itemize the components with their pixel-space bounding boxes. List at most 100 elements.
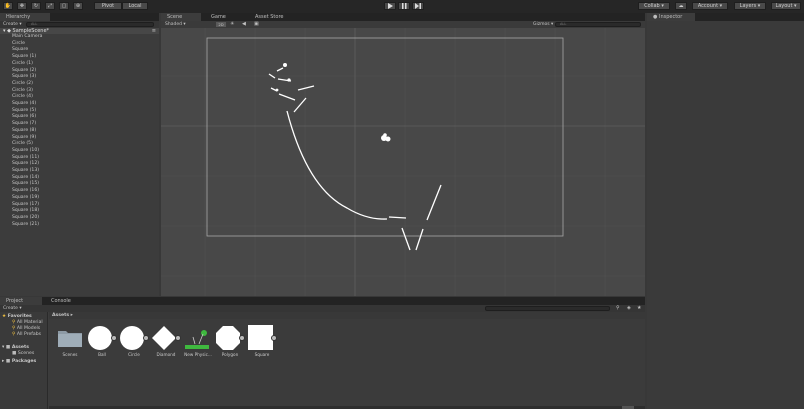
label-icon[interactable]: ◈ xyxy=(627,305,631,312)
project-search-input[interactable] xyxy=(485,306,610,311)
hierarchy-item[interactable]: Square (13) xyxy=(12,168,39,174)
asset-circle[interactable]: Circle xyxy=(119,325,149,357)
play-button[interactable] xyxy=(384,2,396,10)
transform-tool-icon[interactable]: ⊕ xyxy=(73,2,83,10)
ball-object[interactable] xyxy=(381,133,391,142)
scene-search-input[interactable]: ALL xyxy=(555,22,641,27)
tab-console[interactable]: Console xyxy=(45,297,85,305)
star-filter-icon[interactable]: ★ xyxy=(637,305,641,312)
hierarchy-item[interactable]: Square (3) xyxy=(12,74,36,80)
hierarchy-item[interactable]: Circle (3) xyxy=(12,88,33,94)
tab-game[interactable]: Game xyxy=(205,13,245,21)
cloud-button[interactable]: ☁ xyxy=(675,2,687,10)
asset-square[interactable]: Square xyxy=(247,325,277,357)
hierarchy-item[interactable]: Square (15) xyxy=(12,181,39,187)
pivot-toggle[interactable]: Pivot xyxy=(94,2,122,10)
hand-tool-icon[interactable]: ✋ xyxy=(3,2,13,10)
hierarchy-item[interactable]: Circle (2) xyxy=(12,81,33,87)
project-create-button[interactable]: Create ▾ xyxy=(3,305,22,312)
favorite-item-label: All Material xyxy=(16,320,43,325)
hierarchy-item[interactable]: Square xyxy=(12,47,28,53)
tab-scene[interactable]: Scene xyxy=(161,13,201,21)
circle-object[interactable] xyxy=(287,78,291,82)
hierarchy-item[interactable]: Circle (4) xyxy=(12,94,33,100)
favorite-item[interactable]: ⚲ All Prefabs xyxy=(12,332,41,338)
square-object[interactable] xyxy=(415,228,424,251)
move-tool-icon[interactable]: ✥ xyxy=(17,2,27,10)
breadcrumb-assets[interactable]: Assets ▸ xyxy=(52,312,73,319)
square-object[interactable] xyxy=(388,216,407,219)
mode-2d-toggle[interactable]: 2D xyxy=(216,22,226,27)
gizmos-dropdown[interactable]: Gizmos ▾ xyxy=(533,21,553,28)
pivot-label: Pivot xyxy=(101,3,115,9)
sprite-expand-icon[interactable] xyxy=(175,335,181,341)
hierarchy-item[interactable]: Square (12) xyxy=(12,161,39,167)
lighting-icon[interactable]: ☀ xyxy=(230,21,234,28)
square-object[interactable] xyxy=(293,97,307,113)
shading-dropdown[interactable]: Shaded ▾ xyxy=(165,21,186,28)
rect-tool-icon[interactable]: ▢ xyxy=(59,2,69,10)
hierarchy-item[interactable]: Circle xyxy=(12,41,25,47)
collab-dropdown[interactable]: Collab ▾ xyxy=(638,2,670,10)
hierarchy-item[interactable]: Square (1) xyxy=(12,54,36,60)
hierarchy-search-input[interactable]: ALL xyxy=(26,22,154,27)
layers-dropdown[interactable]: Layers ▾ xyxy=(734,2,766,10)
circle-object[interactable] xyxy=(283,63,287,67)
hierarchy-item[interactable]: Square (11) xyxy=(12,155,39,161)
sprite-expand-icon[interactable] xyxy=(143,335,149,341)
hierarchy-item[interactable]: Square (21) xyxy=(12,222,39,228)
step-button[interactable] xyxy=(412,2,424,10)
hierarchy-item[interactable]: Square (18) xyxy=(12,208,39,214)
tab-asset-store[interactable]: Asset Store xyxy=(249,13,299,21)
packages-folder[interactable]: ▸ ■ Packages xyxy=(2,359,36,365)
pause-button[interactable] xyxy=(398,2,410,10)
local-toggle[interactable]: Local xyxy=(122,2,148,10)
hierarchy-item[interactable]: Square (14) xyxy=(12,175,39,181)
circle-object[interactable] xyxy=(275,88,279,92)
scale-tool-icon[interactable]: ⤢ xyxy=(45,2,55,10)
hierarchy-item[interactable]: Square (5) xyxy=(12,108,36,114)
asset-physics-material[interactable]: New Physic... xyxy=(183,325,213,357)
hierarchy-item[interactable]: Circle (1) xyxy=(12,61,33,67)
scene-menu-icon[interactable]: ≡ xyxy=(152,28,156,34)
hierarchy-item[interactable]: Square (10) xyxy=(12,148,39,154)
tab-hierarchy[interactable]: Hierarchy xyxy=(0,13,50,21)
curved-track[interactable] xyxy=(286,110,388,220)
tab-inspector[interactable]: ● Inspector xyxy=(647,13,695,21)
hierarchy-item[interactable]: Square (8) xyxy=(12,128,36,134)
asset-ball[interactable]: Ball xyxy=(87,325,117,357)
hierarchy-item[interactable]: Square (4) xyxy=(12,101,36,107)
scenes-subfolder[interactable]: ■ Scenes xyxy=(12,351,34,357)
asset-label: New Physic... xyxy=(184,352,212,357)
square-object[interactable] xyxy=(278,93,296,101)
hierarchy-create-button[interactable]: Create ▾ xyxy=(3,21,22,28)
hierarchy-item[interactable]: Square (9) xyxy=(12,135,36,141)
tab-project[interactable]: Project xyxy=(0,297,42,305)
hierarchy-item[interactable]: Square (16) xyxy=(12,188,39,194)
rotate-tool-icon[interactable]: ↻ xyxy=(31,2,41,10)
asset-polygon[interactable]: Polygon xyxy=(215,325,245,357)
hierarchy-item[interactable]: Square (17) xyxy=(12,202,39,208)
asset-scenes[interactable]: Scenes xyxy=(55,325,85,357)
hierarchy-item[interactable]: Square (7) xyxy=(12,121,36,127)
hierarchy-item[interactable]: Square (2) xyxy=(12,68,36,74)
sprite-expand-icon[interactable] xyxy=(111,335,117,341)
hierarchy-item[interactable]: Square (19) xyxy=(12,195,39,201)
hierarchy-item[interactable]: Circle (5) xyxy=(12,141,33,147)
hierarchy-item[interactable]: Main Camera xyxy=(12,34,42,40)
sprite-expand-icon[interactable] xyxy=(271,335,277,341)
filter-icon[interactable]: ⚲ xyxy=(616,305,620,312)
square-object[interactable] xyxy=(276,67,284,72)
scene-viewport[interactable] xyxy=(161,28,645,296)
square-object[interactable] xyxy=(401,227,411,251)
square-object[interactable] xyxy=(426,184,442,221)
sprite-expand-icon[interactable] xyxy=(239,335,245,341)
layout-dropdown[interactable]: Layout ▾ xyxy=(771,2,801,10)
square-object[interactable] xyxy=(297,85,315,91)
effects-icon[interactable]: ▣ xyxy=(254,21,259,28)
hierarchy-item[interactable]: Square (20) xyxy=(12,215,39,221)
asset-diamond[interactable]: Diamond xyxy=(151,325,181,357)
audio-icon[interactable]: ◀ xyxy=(242,21,246,28)
hierarchy-item[interactable]: Square (6) xyxy=(12,114,36,120)
account-dropdown[interactable]: Account ▾ xyxy=(692,2,728,10)
